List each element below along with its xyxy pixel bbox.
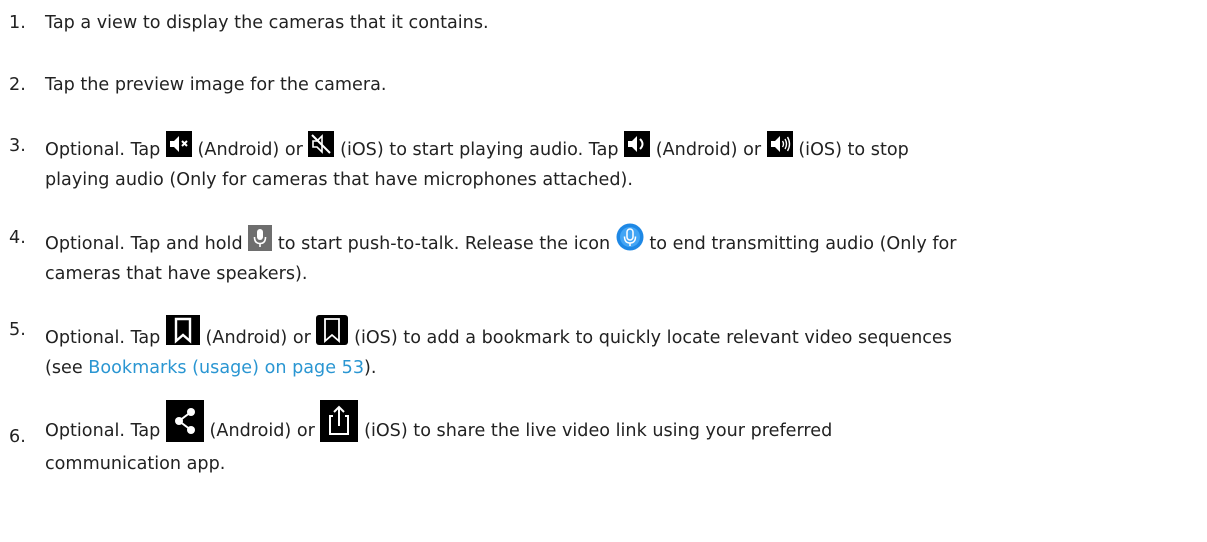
step-text: Tap the preview image for the camera. <box>45 75 387 95</box>
step-text: cameras that have speakers). <box>45 264 308 284</box>
step-4: 4. Optional. Tap and hold to start push-… <box>9 223 1199 289</box>
step-text: playing audio (Only for cameras that hav… <box>45 170 633 190</box>
step-number: 2. <box>9 75 26 95</box>
bookmark-ios-icon <box>316 315 349 345</box>
step-text: (iOS) to stop <box>798 140 909 160</box>
step-text: (iOS) to add a bookmark to quickly locat… <box>354 328 952 348</box>
step-text: ). <box>364 358 377 378</box>
step-text: Tap a view to display the cameras that i… <box>45 13 489 33</box>
step-number: 1. <box>9 13 26 33</box>
speaker-on-android-icon <box>624 131 651 157</box>
step-text: Optional. Tap <box>45 140 161 160</box>
step-text: (Android) or <box>197 140 303 160</box>
speaker-on-ios-icon <box>766 131 793 157</box>
step-number: 6. <box>9 427 26 447</box>
step-text: to start push-to-talk. Release the icon <box>277 234 611 254</box>
step-text: (iOS) to start playing audio. Tap <box>340 140 619 160</box>
step-text: (Android) or <box>209 421 315 441</box>
step-text: communication app. <box>45 454 226 474</box>
step-3: 3. Optional. Tap (Android) or (iOS) to s… <box>9 131 1199 195</box>
step-text: to end transmitting audio (Only for <box>649 234 957 254</box>
step-number: 3. <box>9 136 26 156</box>
step-text: Optional. Tap and hold <box>45 234 243 254</box>
speaker-muted-ios-icon <box>308 131 335 157</box>
step-1: 1. Tap a view to display the cameras tha… <box>9 8 1199 38</box>
step-number: 5. <box>9 320 26 340</box>
step-text: Optional. Tap <box>45 328 161 348</box>
speaker-muted-android-icon <box>165 131 192 157</box>
microphone-active-icon <box>616 223 644 251</box>
step-2: 2. Tap the preview image for the camera. <box>9 70 1199 100</box>
step-6: 6. Optional. Tap (Android) or (iOS) to s… <box>9 400 1199 479</box>
bookmarks-usage-link[interactable]: Bookmarks (usage) on page 53 <box>88 358 364 378</box>
step-text: (Android) or <box>205 328 311 348</box>
microphone-icon <box>248 225 273 251</box>
step-5: 5. Optional. Tap (Android) or (iOS) to a… <box>9 315 1199 383</box>
step-text: Optional. Tap <box>45 421 161 441</box>
bookmark-android-icon <box>165 315 200 345</box>
step-text: (Android) or <box>655 140 762 160</box>
share-ios-icon <box>320 400 359 442</box>
instruction-steps: 1. Tap a view to display the cameras tha… <box>0 0 1207 542</box>
step-number: 4. <box>9 228 26 248</box>
share-android-icon <box>165 400 204 442</box>
step-text: (see <box>45 358 83 378</box>
step-text: (iOS) to share the live video link using… <box>364 421 833 441</box>
